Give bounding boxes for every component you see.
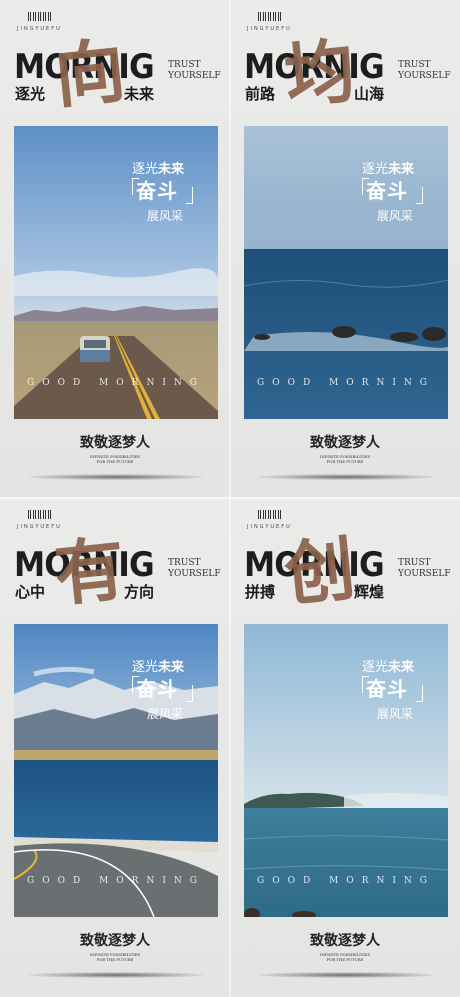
photo-sea-island <box>244 624 448 917</box>
bracket-close-icon <box>186 685 193 702</box>
calligraphy-character: 均 <box>280 28 359 119</box>
shadow-decoration <box>28 972 204 978</box>
subtitle-right: 未来 <box>124 85 155 103</box>
good-morning-watermark: GOOD MORNING <box>257 378 435 388</box>
barcode-icon <box>258 510 282 519</box>
good-morning-watermark: GOOD MORNING <box>27 876 205 886</box>
brand-name: JINGYUEFU <box>247 524 292 530</box>
brand-name: JINGYUEFU <box>17 26 62 32</box>
slogan-line3: 展风采 <box>147 707 184 721</box>
slogan-line2: 奋斗 <box>136 677 178 701</box>
barcode-icon <box>28 510 52 519</box>
subtitle-right: 山海 <box>354 85 385 103</box>
slogan-line2: 奋斗 <box>366 677 408 701</box>
brand-name: JINGYUEFU <box>17 524 62 530</box>
calligraphy-character: 向 <box>50 28 129 119</box>
slogan-line3: 展风采 <box>377 707 414 721</box>
tagline: TRUST YOURSELF <box>168 558 221 579</box>
bracket-close-icon <box>186 187 193 204</box>
photo-ocean-rocks <box>244 126 448 419</box>
barcode-icon <box>258 12 282 21</box>
calligraphy-character: 有 <box>50 526 129 617</box>
good-morning-watermark: GOOD MORNING <box>257 876 435 886</box>
slogan-line3: 展风采 <box>377 209 414 223</box>
photo-road-desert <box>14 126 218 419</box>
bracket-close-icon <box>416 187 423 204</box>
shadow-decoration <box>258 474 434 480</box>
subtitle-left: 心中 <box>15 583 46 601</box>
poster-1: JINGYUEFU MORNIG TRUSTYOURSELF 向 逐光 未来 <box>0 0 230 498</box>
poster-2: JINGYUEFU MORNIG TRUSTYOURSELF 均 前路 山海 <box>230 0 460 498</box>
tribute-text: 致敬逐梦人 <box>310 933 380 949</box>
tribute-text: 致敬逐梦人 <box>80 933 150 949</box>
subtitle-right: 方向 <box>124 583 155 601</box>
tribute-text: 致敬逐梦人 <box>310 435 380 451</box>
subtitle-left: 拼搏 <box>245 583 276 601</box>
barcode-icon <box>28 12 52 21</box>
brand-name: JINGYUEFU <box>247 26 292 32</box>
subtitle-left: 前路 <box>245 85 276 103</box>
fineprint: INFINITE POSSIBILITIES FOR THE FUTURE <box>89 454 141 464</box>
tribute-text: 致敬逐梦人 <box>80 435 150 451</box>
tagline: TRUST YOURSELF <box>168 60 221 81</box>
subtitle-left: 逐光 <box>15 85 46 103</box>
tagline: TRUST YOURSELF <box>398 60 451 81</box>
poster-3: JINGYUEFU MORNIG TRUSTYOURSELF 有 心中 方向 <box>0 498 230 996</box>
poster-sheet: JINGYUEFU MORNIG TRUSTYOURSELF 向 逐光 未来 <box>0 0 460 997</box>
fineprint: INFINITE POSSIBILITIES FOR THE FUTURE <box>319 952 371 962</box>
slogan-line2: 奋斗 <box>366 179 408 203</box>
shadow-decoration <box>258 972 434 978</box>
good-morning-watermark: GOOD MORNING <box>27 378 205 388</box>
shadow-decoration <box>28 474 204 480</box>
fineprint: INFINITE POSSIBILITIES FOR THE FUTURE <box>89 952 141 962</box>
photo-lake-mountain-road <box>14 624 218 917</box>
subtitle-right: 辉煌 <box>354 583 385 601</box>
horizontal-divider <box>0 497 460 499</box>
tagline: TRUST YOURSELF <box>398 558 451 579</box>
bracket-close-icon <box>416 685 423 702</box>
fineprint: INFINITE POSSIBILITIES FOR THE FUTURE <box>319 454 371 464</box>
slogan-line3: 展风采 <box>147 209 184 223</box>
calligraphy-character: 创 <box>280 526 359 617</box>
slogan-line2: 奋斗 <box>136 179 178 203</box>
poster-4: JINGYUEFU MORNIG TRUST YOURSELF 创 拼搏 辉煌 逐 <box>230 498 460 996</box>
